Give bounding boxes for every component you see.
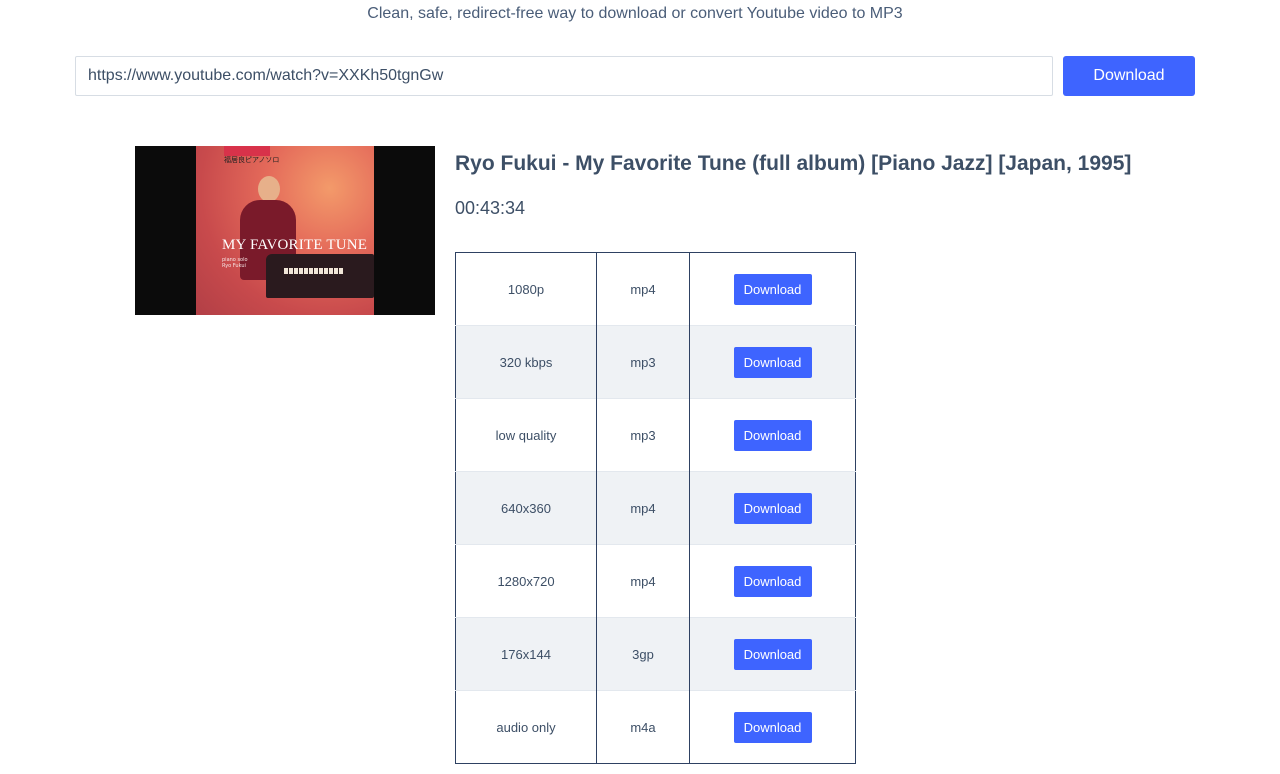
video-thumbnail: 福居良ピアノソロ MY FAVORITE TUNE piano solo Ryo…	[135, 146, 435, 315]
action-cell: Download	[689, 325, 856, 399]
piano-shape	[266, 254, 374, 298]
row-download-button[interactable]: Download	[733, 711, 812, 743]
format-cell: mp4	[596, 252, 690, 326]
table-row: 320 kbps mp3 Download	[455, 325, 856, 399]
action-cell: Download	[689, 544, 856, 618]
format-cell: mp4	[596, 471, 690, 545]
format-cell: 3gp	[596, 617, 690, 691]
action-cell: Download	[689, 617, 856, 691]
table-row: 640x360 mp4 Download	[455, 471, 856, 545]
row-download-button[interactable]: Download	[733, 638, 812, 670]
video-duration: 00:43:34	[455, 198, 526, 218]
video-title: Ryo Fukui - My Favorite Tune (full album…	[455, 152, 1132, 175]
cover-album-title: MY FAVORITE TUNE	[222, 237, 368, 253]
quality-cell: low quality	[455, 398, 597, 472]
action-cell: Download	[690, 253, 856, 326]
cover-subtitle-line2: Ryo Fukui	[222, 263, 246, 269]
quality-cell: 320 kbps	[455, 325, 597, 399]
formats-table: 1080p mp4 Download 320 kbps mp3 Download…	[455, 252, 856, 764]
page-tagline: Clean, safe, redirect-free way to downlo…	[367, 5, 903, 22]
quality-cell: audio only	[455, 690, 597, 764]
row-download-button[interactable]: Download	[733, 492, 812, 524]
table-row: 1080p mp4 Download	[455, 252, 856, 326]
action-cell: Download	[689, 398, 856, 472]
row-download-button[interactable]: Download	[733, 273, 812, 305]
search-bar: Download	[75, 56, 1195, 96]
action-cell: Download	[689, 690, 856, 764]
album-cover: 福居良ピアノソロ MY FAVORITE TUNE piano solo Ryo…	[196, 146, 374, 315]
cover-japanese-text: 福居良ピアノソロ	[224, 156, 280, 164]
format-cell: mp3	[596, 325, 690, 399]
row-download-button[interactable]: Download	[733, 419, 812, 451]
quality-cell: 1280x720	[455, 544, 597, 618]
url-input[interactable]	[75, 56, 1053, 96]
quality-cell: 640x360	[455, 471, 597, 545]
quality-cell: 176x144	[455, 617, 597, 691]
cover-subtitle: piano solo Ryo Fukui	[222, 257, 248, 269]
download-button[interactable]: Download	[1063, 56, 1195, 96]
piano-keys	[284, 268, 344, 274]
table-row: 176x144 3gp Download	[455, 617, 856, 691]
table-row: 1280x720 mp4 Download	[455, 544, 856, 618]
format-cell: mp4	[596, 544, 690, 618]
quality-cell: 1080p	[455, 252, 597, 326]
row-download-button[interactable]: Download	[733, 565, 812, 597]
row-download-button[interactable]: Download	[733, 346, 812, 378]
table-row: audio only m4a Download	[455, 690, 856, 764]
table-row: low quality mp3 Download	[455, 398, 856, 472]
format-cell: m4a	[596, 690, 690, 764]
pianist-head	[258, 176, 280, 202]
action-cell: Download	[689, 471, 856, 545]
format-cell: mp3	[596, 398, 690, 472]
